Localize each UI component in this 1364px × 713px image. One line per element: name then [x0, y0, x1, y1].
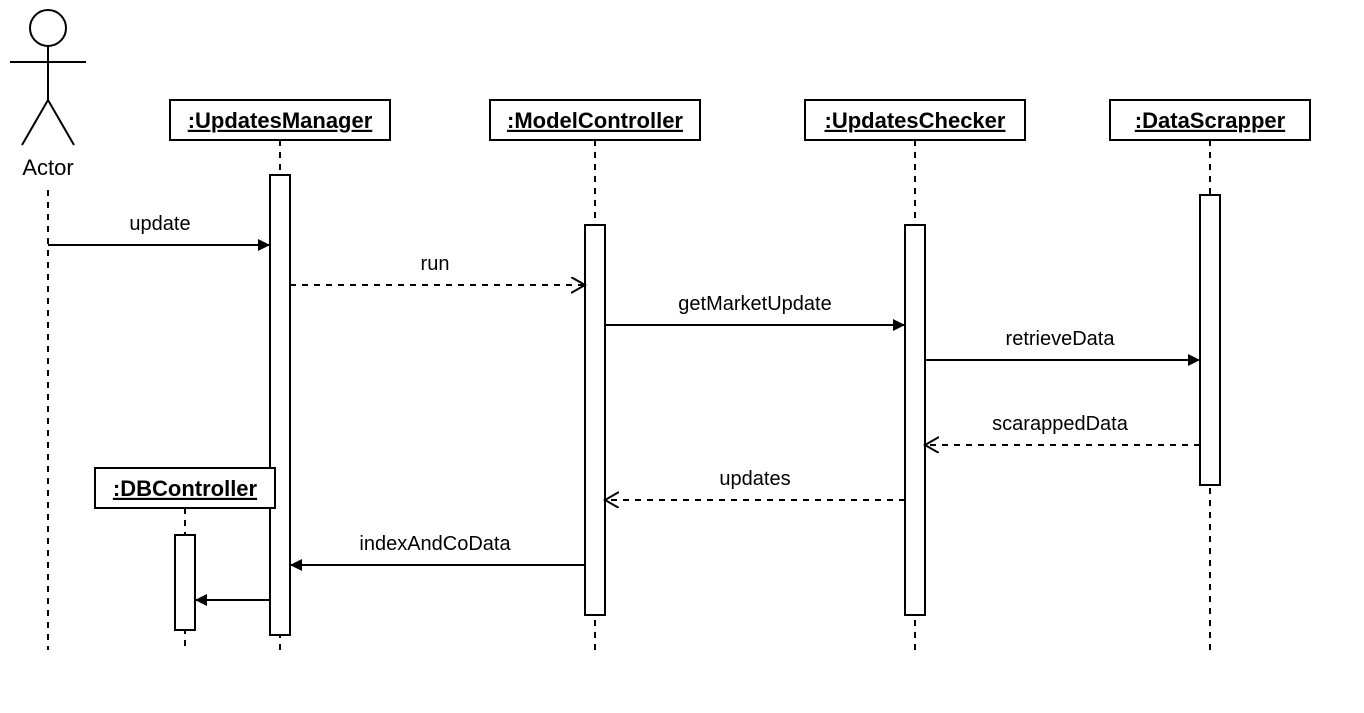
msg-get-market-update-label: getMarketUpdate: [678, 293, 831, 315]
sequence-diagram: Actor :UpdatesManager :ModelController :…: [0, 0, 1364, 713]
msg-updates-label: updates: [719, 468, 790, 490]
updates-manager-activation: [270, 175, 290, 635]
participant-data-scrapper: :DataScrapper: [1110, 100, 1310, 140]
svg-text::DBController: :DBController: [113, 476, 258, 501]
participant-db-controller: :DBController: [95, 468, 275, 508]
msg-run-label: run: [421, 253, 450, 275]
msg-retrieve-data-label: retrieveData: [1006, 328, 1116, 350]
participant-model-controller: :ModelController: [490, 100, 700, 140]
participant-updates-manager: :UpdatesManager: [170, 100, 390, 140]
actor-figure: Actor: [10, 10, 86, 180]
model-controller-activation: [585, 225, 605, 615]
data-scrapper-activation: [1200, 195, 1220, 485]
updates-checker-activation: [905, 225, 925, 615]
svg-text::UpdatesChecker: :UpdatesChecker: [825, 108, 1006, 133]
actor-label: Actor: [22, 155, 73, 180]
participant-updates-checker: :UpdatesChecker: [805, 100, 1025, 140]
msg-update-label: update: [129, 213, 190, 235]
msg-scrapped-data-label: scarappedData: [992, 413, 1129, 435]
svg-text::UpdatesManager: :UpdatesManager: [188, 108, 373, 133]
svg-text::DataScrapper: :DataScrapper: [1135, 108, 1286, 133]
svg-text::ModelController: :ModelController: [507, 108, 683, 133]
msg-index-and-co-data-label: indexAndCoData: [359, 533, 511, 555]
db-controller-activation: [175, 535, 195, 630]
